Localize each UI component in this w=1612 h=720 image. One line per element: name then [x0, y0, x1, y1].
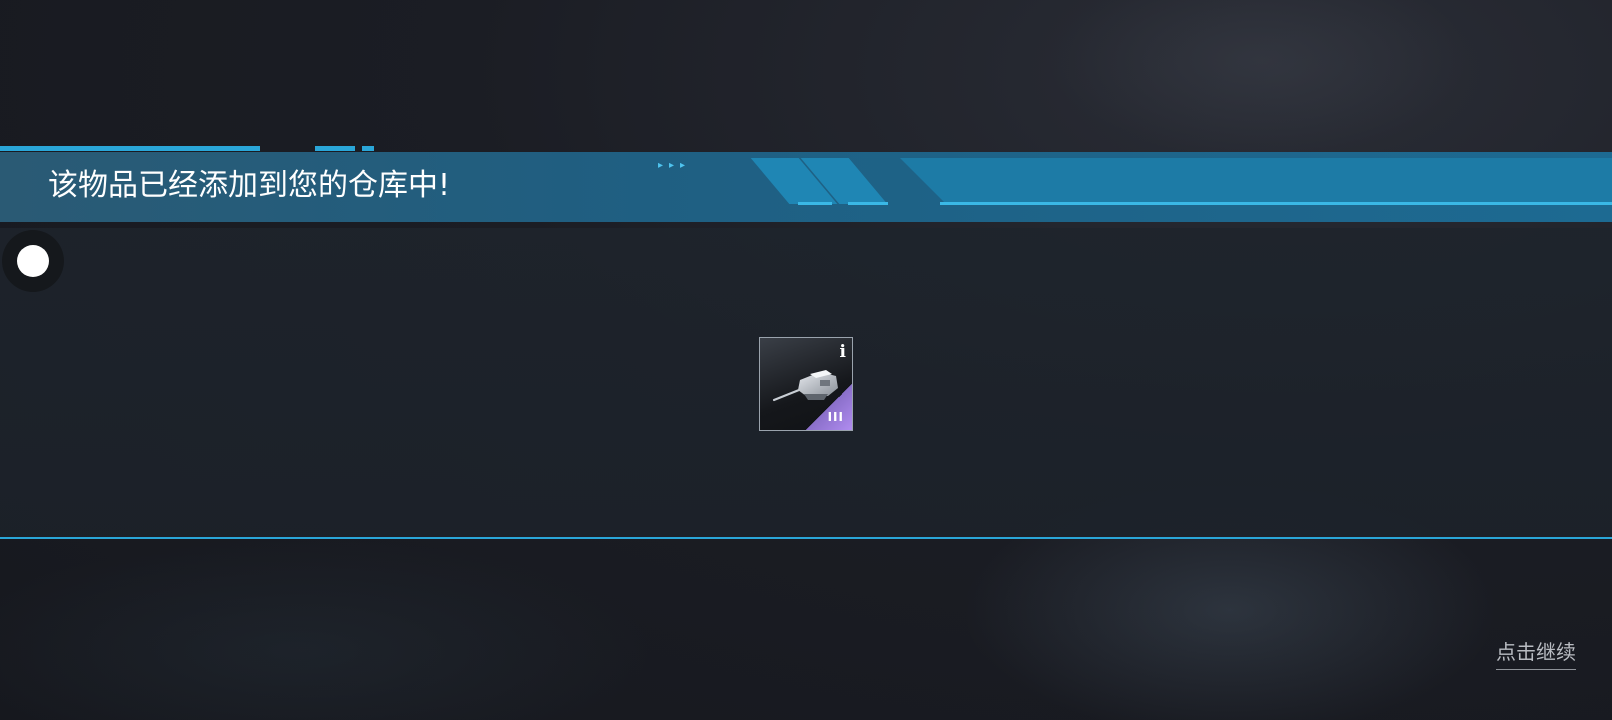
floating-assistive-button[interactable]	[2, 230, 64, 292]
page-title: 该物品已经添加到您的仓库中!	[48, 168, 451, 203]
banner-right-plate	[900, 158, 1612, 204]
banner-accent-line	[798, 202, 832, 205]
panel-divider	[0, 537, 1612, 539]
chevrons-icon: ▸▸▸	[658, 160, 692, 171]
banner-accent-line	[848, 202, 888, 205]
continue-button[interactable]: 点击继续	[1496, 636, 1576, 670]
tier-badge: III	[827, 410, 844, 424]
dot-icon	[17, 245, 49, 277]
info-icon[interactable]: i	[840, 342, 846, 362]
reward-item-card[interactable]: i III	[759, 337, 853, 431]
banner-accent-line	[940, 202, 1612, 205]
banner-accent-line	[362, 146, 374, 151]
banner-accent-line	[315, 146, 355, 151]
banner-accent-line	[0, 146, 260, 151]
reward-banner: ▸▸▸ 该物品已经添加到您的仓库中!	[0, 146, 1612, 228]
